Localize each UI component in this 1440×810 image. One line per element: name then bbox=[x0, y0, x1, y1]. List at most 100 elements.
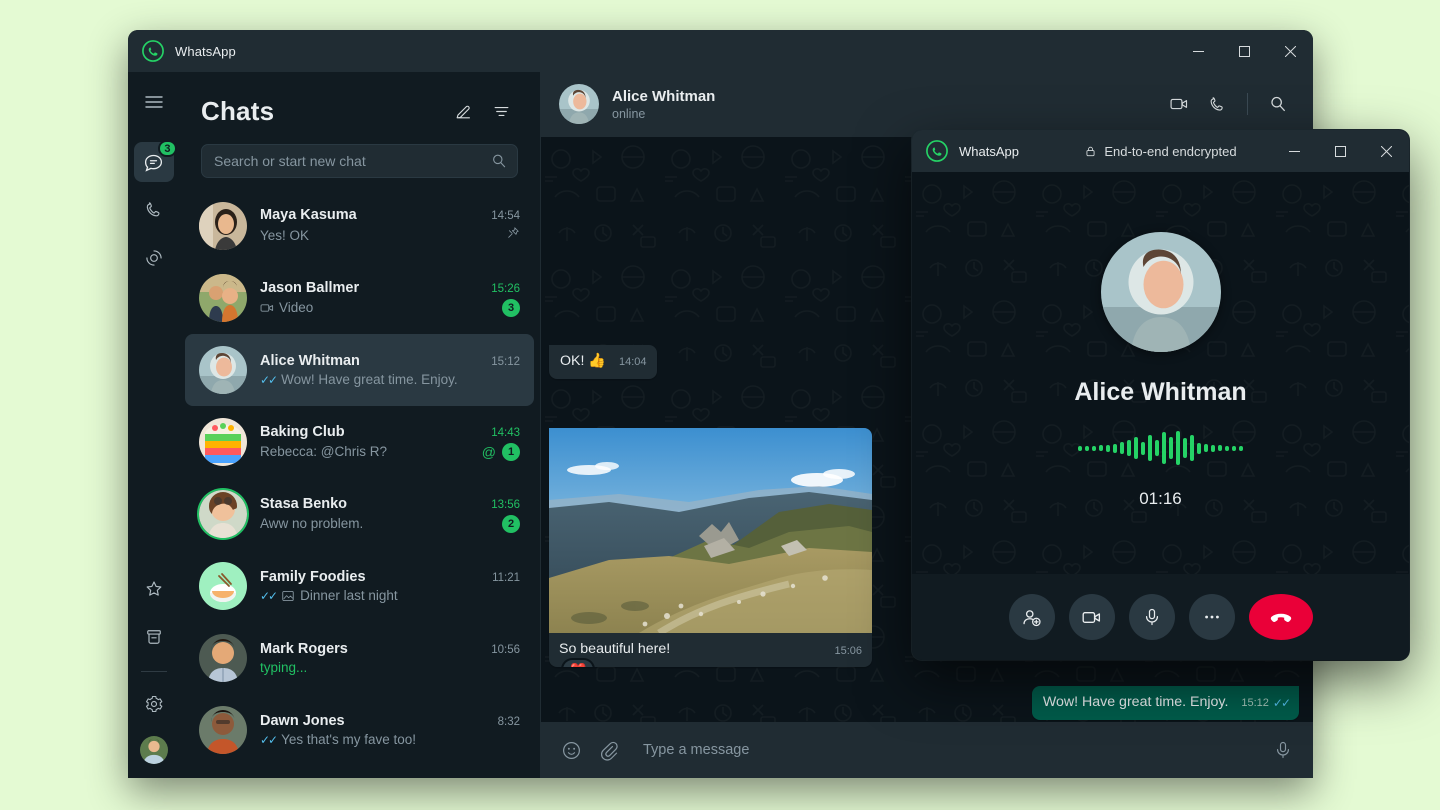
waveform-bar bbox=[1134, 437, 1138, 459]
audio-waveform bbox=[1078, 431, 1243, 465]
message-bubble-incoming[interactable]: OK! 👍 14:04 bbox=[549, 345, 657, 379]
contact-name: Dawn Jones bbox=[260, 713, 345, 729]
waveform-bar bbox=[1162, 432, 1166, 464]
image-caption-row: So beautiful here! 15:06 bbox=[549, 633, 872, 667]
list-item[interactable]: Family Foodies 11:21 ✓✓ Dinner last nigh… bbox=[185, 550, 534, 622]
conversation-identity: Alice Whitman online bbox=[612, 88, 715, 121]
list-item[interactable]: Mark Rogers 10:56 typing... bbox=[185, 622, 534, 694]
message-meta: 15:12 ✓✓ bbox=[1241, 694, 1289, 713]
sidebar-item-status[interactable] bbox=[134, 238, 174, 278]
nav-rail-bottom bbox=[134, 569, 174, 778]
status-badge: online bbox=[612, 107, 715, 121]
timestamp: 15:06 bbox=[834, 645, 862, 657]
list-item-content: Dawn Jones 8:32 ✓✓ Yes that's my fave to… bbox=[260, 713, 520, 747]
phone-icon[interactable] bbox=[1200, 87, 1234, 121]
video-camera-icon[interactable] bbox=[1162, 87, 1196, 121]
waveform-bar bbox=[1120, 442, 1124, 454]
list-item-selected[interactable]: Alice Whitman 15:12 ✓✓ Wow! Have great t… bbox=[185, 334, 534, 406]
avatar bbox=[199, 706, 247, 754]
message-bubble-outgoing[interactable]: Wow! Have great time. Enjoy. 15:12 ✓✓ bbox=[1032, 686, 1299, 720]
list-item-content: Mark Rogers 10:56 typing... bbox=[260, 641, 520, 675]
waveform-bar bbox=[1183, 438, 1187, 458]
toggle-mute-button[interactable] bbox=[1129, 594, 1175, 640]
nav-rail: 3 bbox=[128, 72, 179, 778]
sidebar-item-archived[interactable] bbox=[134, 617, 174, 657]
message-input[interactable] bbox=[643, 742, 1257, 758]
contact-name: Mark Rogers bbox=[260, 641, 348, 657]
list-item-content: Maya Kasuma 14:54 Yes! OK bbox=[260, 207, 520, 245]
main-titlebar: WhatsApp bbox=[128, 30, 1313, 72]
close-button[interactable] bbox=[1363, 130, 1409, 172]
microphone-icon[interactable] bbox=[1273, 740, 1293, 760]
list-item[interactable]: Dawn Jones 8:32 ✓✓ Yes that's my fave to… bbox=[185, 694, 534, 766]
conversation-avatar[interactable] bbox=[559, 84, 599, 124]
timestamp: 13:56 bbox=[491, 499, 520, 511]
maximize-button[interactable] bbox=[1317, 130, 1363, 172]
read-receipt-icon: ✓✓ bbox=[260, 589, 276, 603]
profile-avatar[interactable] bbox=[140, 736, 168, 764]
filter-icon[interactable] bbox=[484, 94, 518, 128]
sidebar-item-calls[interactable] bbox=[134, 190, 174, 230]
avatar bbox=[199, 274, 247, 322]
emoji-icon[interactable] bbox=[561, 740, 582, 761]
timestamp: 8:32 bbox=[498, 716, 520, 728]
maximize-button[interactable] bbox=[1221, 30, 1267, 72]
list-item-content: Alice Whitman 15:12 ✓✓ Wow! Have great t… bbox=[260, 353, 520, 387]
timestamp: 15:12 bbox=[1241, 694, 1269, 713]
paperclip-icon[interactable] bbox=[598, 740, 619, 761]
page-title: Chats bbox=[201, 96, 274, 127]
list-item[interactable]: Ziggy Woodley 8:12 bbox=[185, 766, 534, 778]
attached-photo[interactable] bbox=[549, 428, 872, 633]
video-icon bbox=[260, 301, 274, 315]
message-bubble-image[interactable]: So beautiful here! 15:06 ❤️ bbox=[549, 428, 872, 667]
chat-list-header: Chats bbox=[179, 72, 540, 134]
hamburger-menu-icon[interactable] bbox=[134, 82, 174, 122]
end-call-button[interactable] bbox=[1249, 594, 1313, 640]
list-item[interactable]: Baking Club 14:43 Rebecca: @Chris R? @ 1 bbox=[185, 406, 534, 478]
avatar bbox=[199, 418, 247, 466]
add-participant-button[interactable] bbox=[1009, 594, 1055, 640]
chats-unread-badge: 3 bbox=[158, 140, 176, 157]
whatsapp-logo-icon bbox=[142, 40, 164, 62]
message-text: So beautiful here! bbox=[559, 641, 670, 657]
contact-name: Baking Club bbox=[260, 424, 345, 440]
contact-name: Alice Whitman bbox=[612, 88, 715, 105]
list-item[interactable]: Maya Kasuma 14:54 Yes! OK bbox=[185, 190, 534, 262]
waveform-bar bbox=[1232, 446, 1236, 451]
sidebar-item-chats[interactable]: 3 bbox=[134, 142, 174, 182]
waveform-bar bbox=[1127, 440, 1131, 456]
list-item[interactable]: Stasa Benko 13:56 Aww no problem. 2 bbox=[185, 478, 534, 550]
message-preview-typing: typing... bbox=[260, 660, 307, 675]
list-item-content: Stasa Benko 13:56 Aww no problem. 2 bbox=[260, 496, 520, 533]
encryption-label: End-to-end endcrypted bbox=[1104, 144, 1236, 159]
minimize-button[interactable] bbox=[1271, 130, 1317, 172]
message-reaction[interactable]: ❤️ bbox=[561, 658, 595, 667]
search-box[interactable] bbox=[201, 144, 518, 178]
call-contact-name: Alice Whitman bbox=[1074, 378, 1246, 407]
sidebar-item-settings[interactable] bbox=[134, 684, 174, 724]
search-input[interactable] bbox=[214, 153, 491, 169]
chat-list[interactable]: Maya Kasuma 14:54 Yes! OK bbox=[179, 190, 540, 778]
window-controls bbox=[1175, 30, 1313, 72]
close-button[interactable] bbox=[1267, 30, 1313, 72]
waveform-bar bbox=[1141, 442, 1145, 455]
waveform-bar bbox=[1197, 443, 1201, 454]
more-options-button[interactable] bbox=[1189, 594, 1235, 640]
message-text: OK! 👍 bbox=[560, 353, 606, 369]
waveform-bar bbox=[1078, 446, 1082, 451]
read-receipt-icon: ✓✓ bbox=[260, 733, 276, 747]
new-chat-icon[interactable] bbox=[446, 94, 480, 128]
message-composer bbox=[541, 722, 1313, 778]
sidebar-item-starred[interactable] bbox=[134, 569, 174, 609]
contact-name: Jason Ballmer bbox=[260, 280, 359, 296]
minimize-button[interactable] bbox=[1175, 30, 1221, 72]
search-icon[interactable] bbox=[1261, 87, 1295, 121]
call-body: Alice Whitman 01:16 bbox=[912, 172, 1409, 574]
pin-icon bbox=[506, 226, 520, 245]
list-item[interactable]: Jason Ballmer 15:26 Video bbox=[185, 262, 534, 334]
toggle-video-button[interactable] bbox=[1069, 594, 1115, 640]
whatsapp-logo-icon bbox=[926, 140, 948, 162]
waveform-bar bbox=[1106, 445, 1110, 452]
waveform-bar bbox=[1176, 431, 1180, 465]
search-icon[interactable] bbox=[491, 153, 507, 169]
